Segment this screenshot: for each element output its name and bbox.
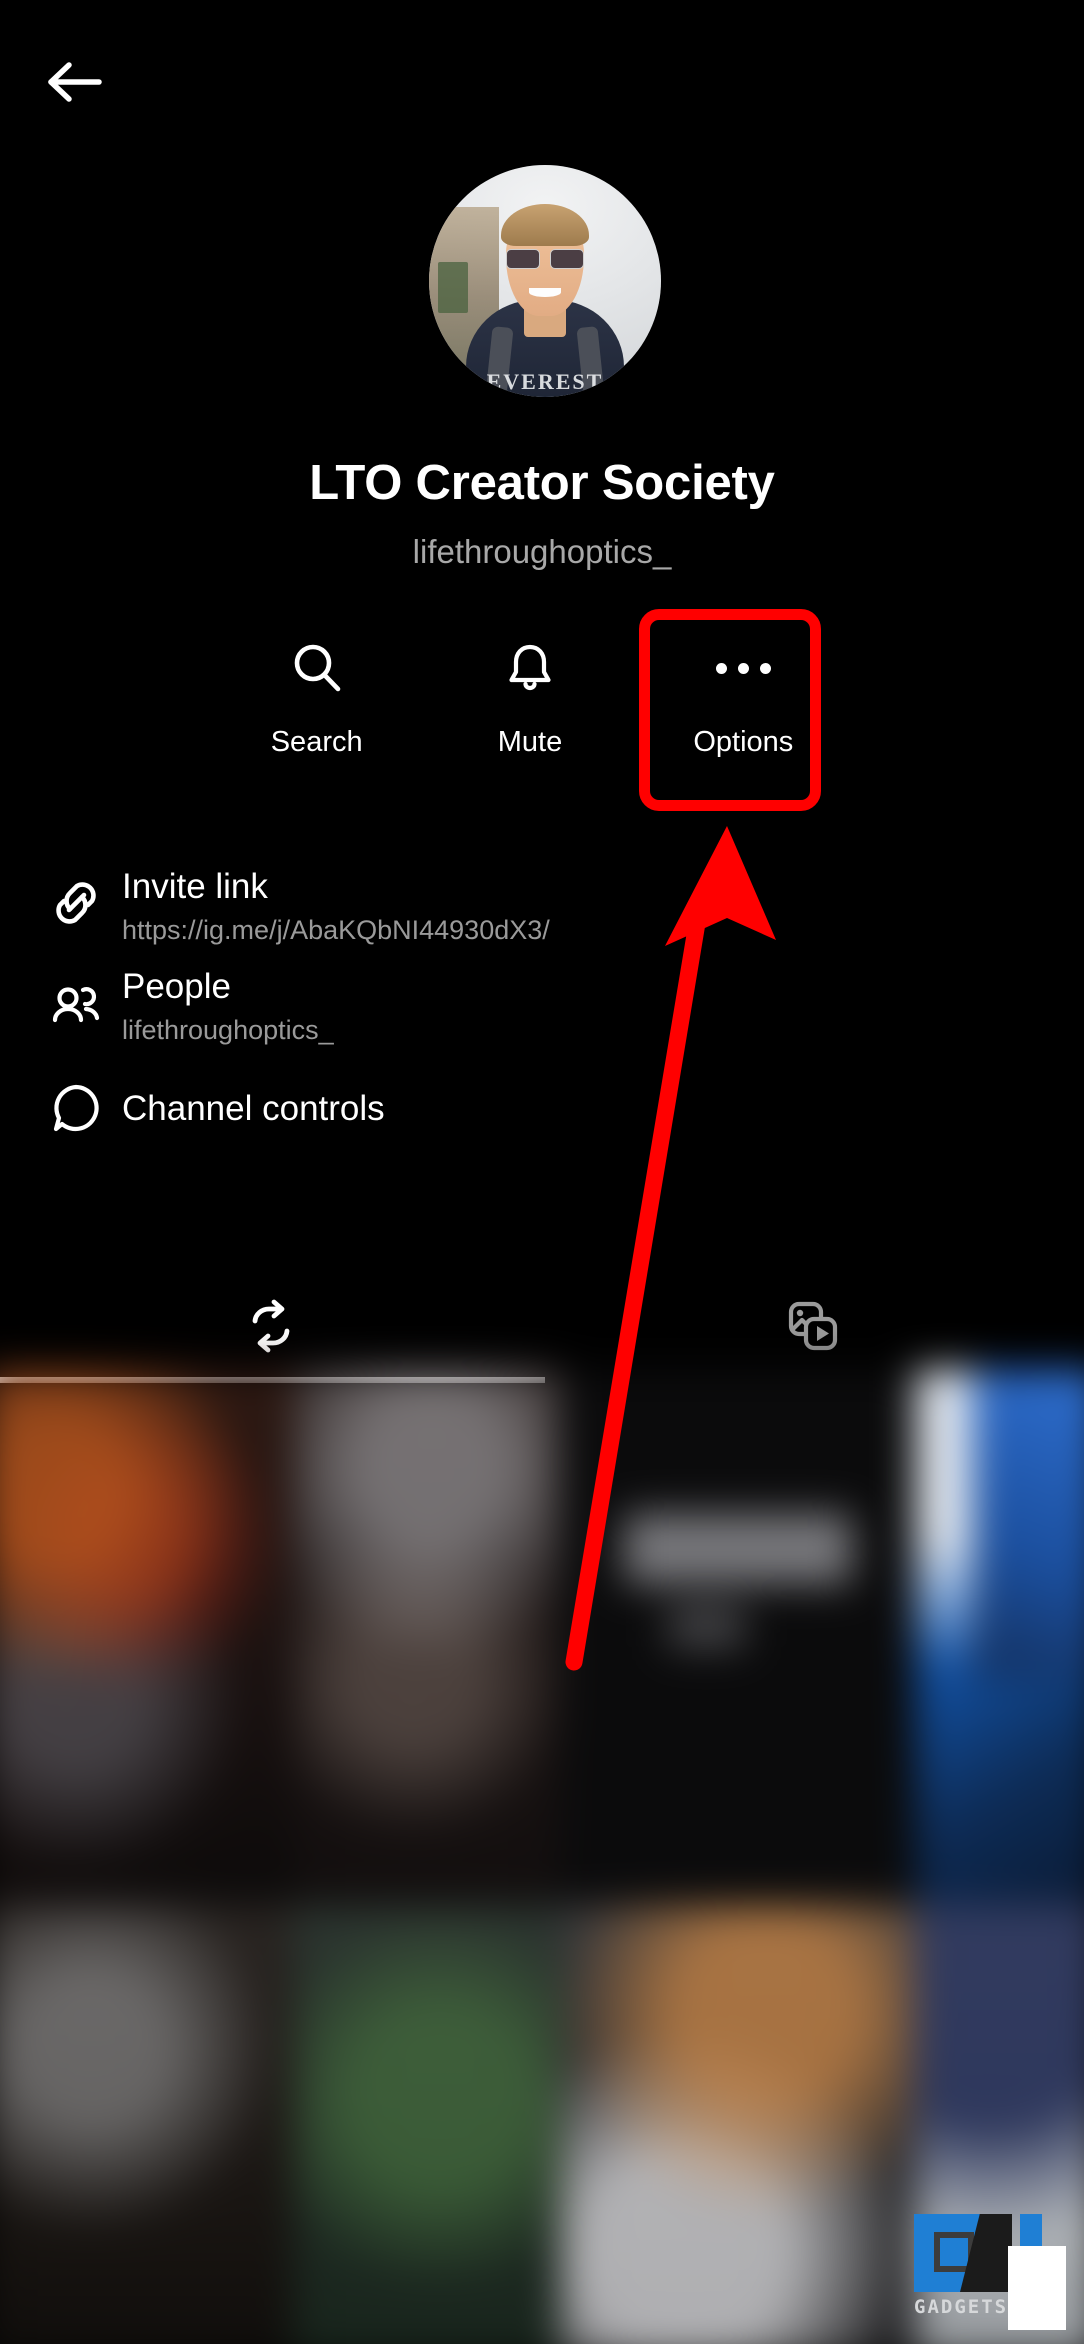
menu-item-subtitle: lifethroughoptics_ [122,1015,334,1045]
action-row: Search Mute Options [210,608,850,818]
tab-bar [0,1272,1084,1384]
menu-item-channel-controls[interactable]: Channel controls [0,1062,1084,1154]
menu-item-title: Invite link [122,867,268,906]
tab-photos-videos[interactable] [542,1272,1084,1384]
grid-cell[interactable] [560,1369,916,1906]
avatar-building-accent [438,262,469,314]
menu-item-title: People [122,967,231,1006]
repeat-icon [240,1295,302,1362]
bell-icon [501,636,559,700]
action-mute[interactable]: Mute [423,608,636,818]
people-icon [30,962,122,1034]
media-icon [782,1295,844,1362]
back-button[interactable] [30,38,122,130]
action-options-label: Options [693,726,794,758]
grid-cell[interactable] [292,1369,561,1906]
top-bar [0,0,1084,140]
menu-item-title: Channel controls [122,1089,385,1128]
watermark-text: GADGETS [914,2296,1009,2318]
avatar-sunglasses [505,248,585,270]
tab-shared[interactable] [0,1272,542,1384]
watermark-logo: GADGETS [914,2210,1066,2330]
link-icon [30,862,122,934]
action-mute-label: Mute [497,726,563,758]
grid-cell[interactable] [560,1905,916,2344]
grid-cell[interactable] [0,1369,293,1906]
chat-bubble-icon [30,1077,122,1139]
avatar[interactable]: EVEREST [429,165,661,397]
search-icon [288,636,346,700]
grid-cell[interactable] [0,1905,293,2344]
menu-item-subtitle: https://ig.me/j/AbaKQbNI44930dX3/ [122,915,550,945]
grid-cell[interactable] [292,1905,561,2344]
avatar-overlay-text: EVEREST [486,368,604,394]
menu-item-invite-link[interactable]: Invite link https://ig.me/j/AbaKQbNI4493… [0,862,1084,962]
menu-list: Invite link https://ig.me/j/AbaKQbNI4493… [0,862,1084,1154]
channel-handle: lifethroughoptics_ [412,533,672,570]
shared-content-grid[interactable] [0,1369,1084,2344]
phone-screen: EVEREST LTO Creator Society lifethrougho… [0,0,1084,2344]
page-title: LTO Creator Society [309,456,775,510]
action-search-label: Search [270,726,363,758]
grid-cell[interactable] [972,1369,1084,1679]
arrow-left-icon [47,57,105,112]
menu-item-people[interactable]: People lifethroughoptics_ [0,962,1084,1062]
action-search[interactable]: Search [210,608,423,818]
ellipsis-icon [715,636,771,700]
action-options[interactable]: Options [637,608,850,818]
